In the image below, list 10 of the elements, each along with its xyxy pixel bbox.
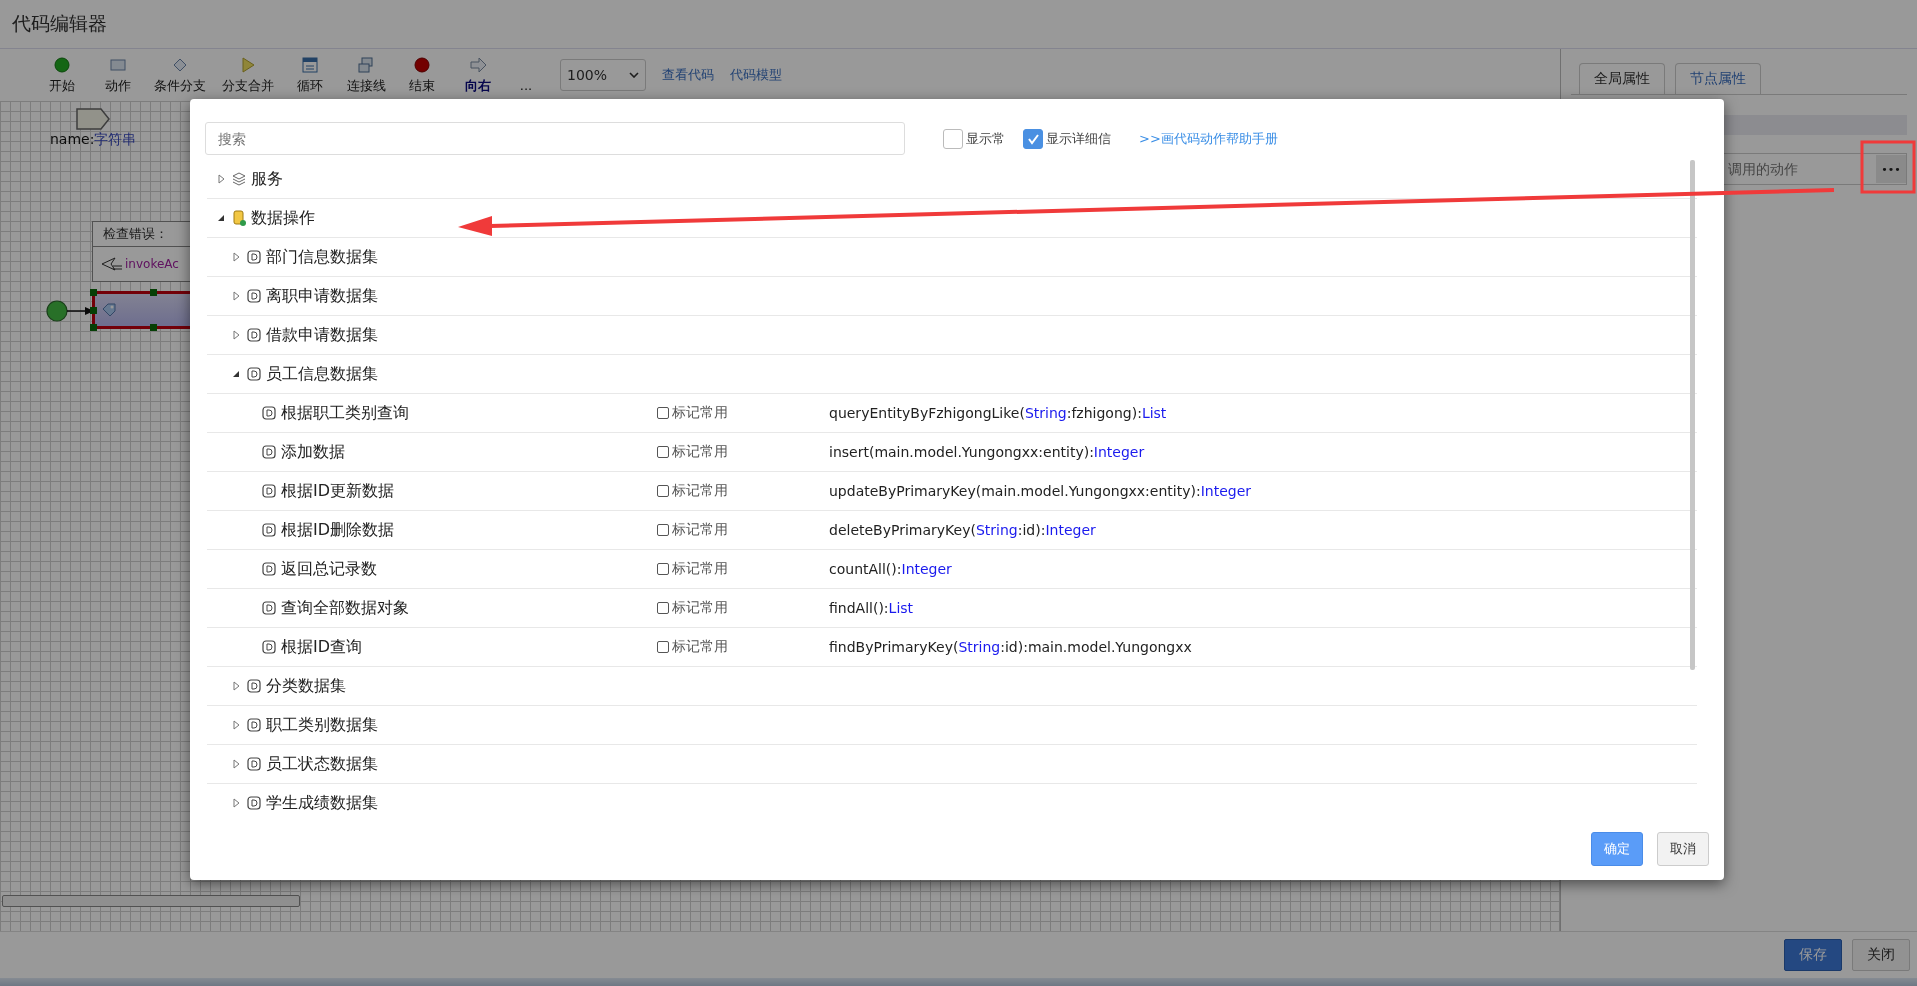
method-signature: countAll():Integer	[829, 561, 952, 577]
method-signature: deleteByPrimaryKey(String:id):Integer	[829, 522, 1096, 538]
parameter-label: name:字符串	[50, 131, 137, 149]
method-signature: findAll():List	[829, 600, 914, 616]
method-signature: insert(main.model.Yungongxx:entity):Integer	[829, 444, 1145, 460]
method-signature: findByPrimaryKey(String:id):main.model.Yungongxx	[829, 639, 1192, 655]
method-signature: queryEntityByFzhigongLike(String:fzhigong):List	[829, 405, 1167, 421]
method-signature: updateByPrimaryKey(main.model.Yungongxx:entity):Integer	[829, 483, 1252, 499]
action-name: invokeAc	[125, 257, 179, 271]
window-title: 代码编辑器	[12, 11, 107, 36]
